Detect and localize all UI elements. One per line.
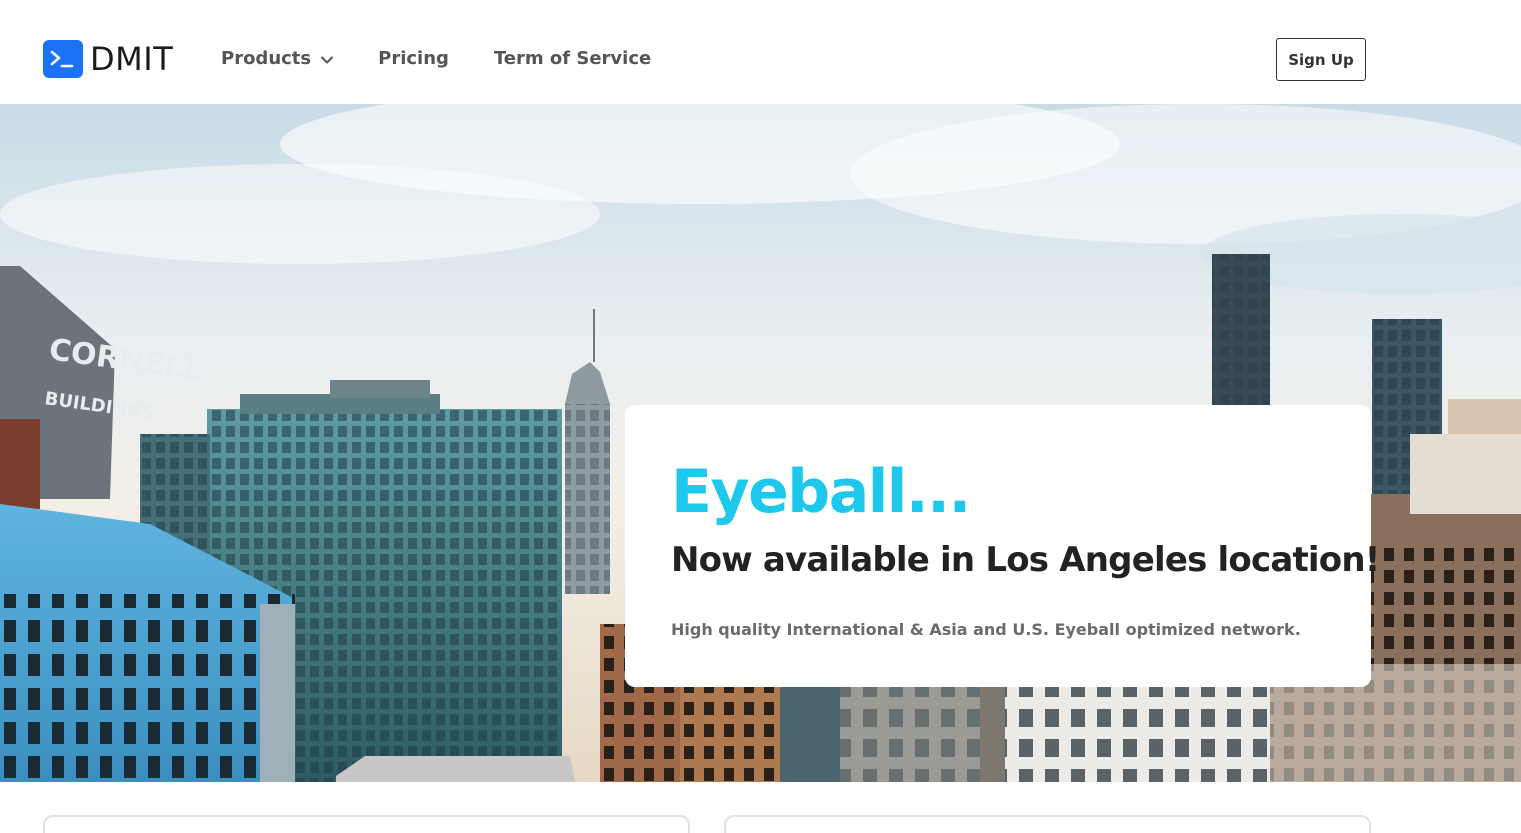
sign-up-button[interactable]: Sign Up (1276, 38, 1366, 81)
hero-title: Eyeball... (671, 457, 971, 527)
hero-description: High quality International & Asia and U.… (671, 620, 1301, 639)
hero-banner: CORNELL BUILDINGS Eyeball... Now availab… (0, 104, 1521, 782)
feature-card-right (724, 815, 1371, 833)
nav-pricing[interactable]: Pricing (378, 47, 449, 71)
nav-products-label: Products (221, 48, 312, 69)
brand-logo[interactable]: DMIT (43, 40, 173, 78)
announcement-card: Eyeball... Now available in Los Angeles … (625, 405, 1380, 687)
hero-subtitle: Now available in Los Angeles location! (671, 540, 1380, 580)
feature-card-left (43, 815, 690, 833)
terminal-icon (43, 40, 83, 78)
site-header: DMIT Products Pricing Term of Service Si… (0, 0, 1521, 104)
brand-name: DMIT (90, 40, 174, 78)
main-nav: Products Pricing Term of Service (221, 47, 696, 71)
chevron-down-icon (321, 47, 334, 71)
nav-products[interactable]: Products (221, 47, 334, 71)
nav-terms-of-service[interactable]: Term of Service (494, 47, 651, 71)
